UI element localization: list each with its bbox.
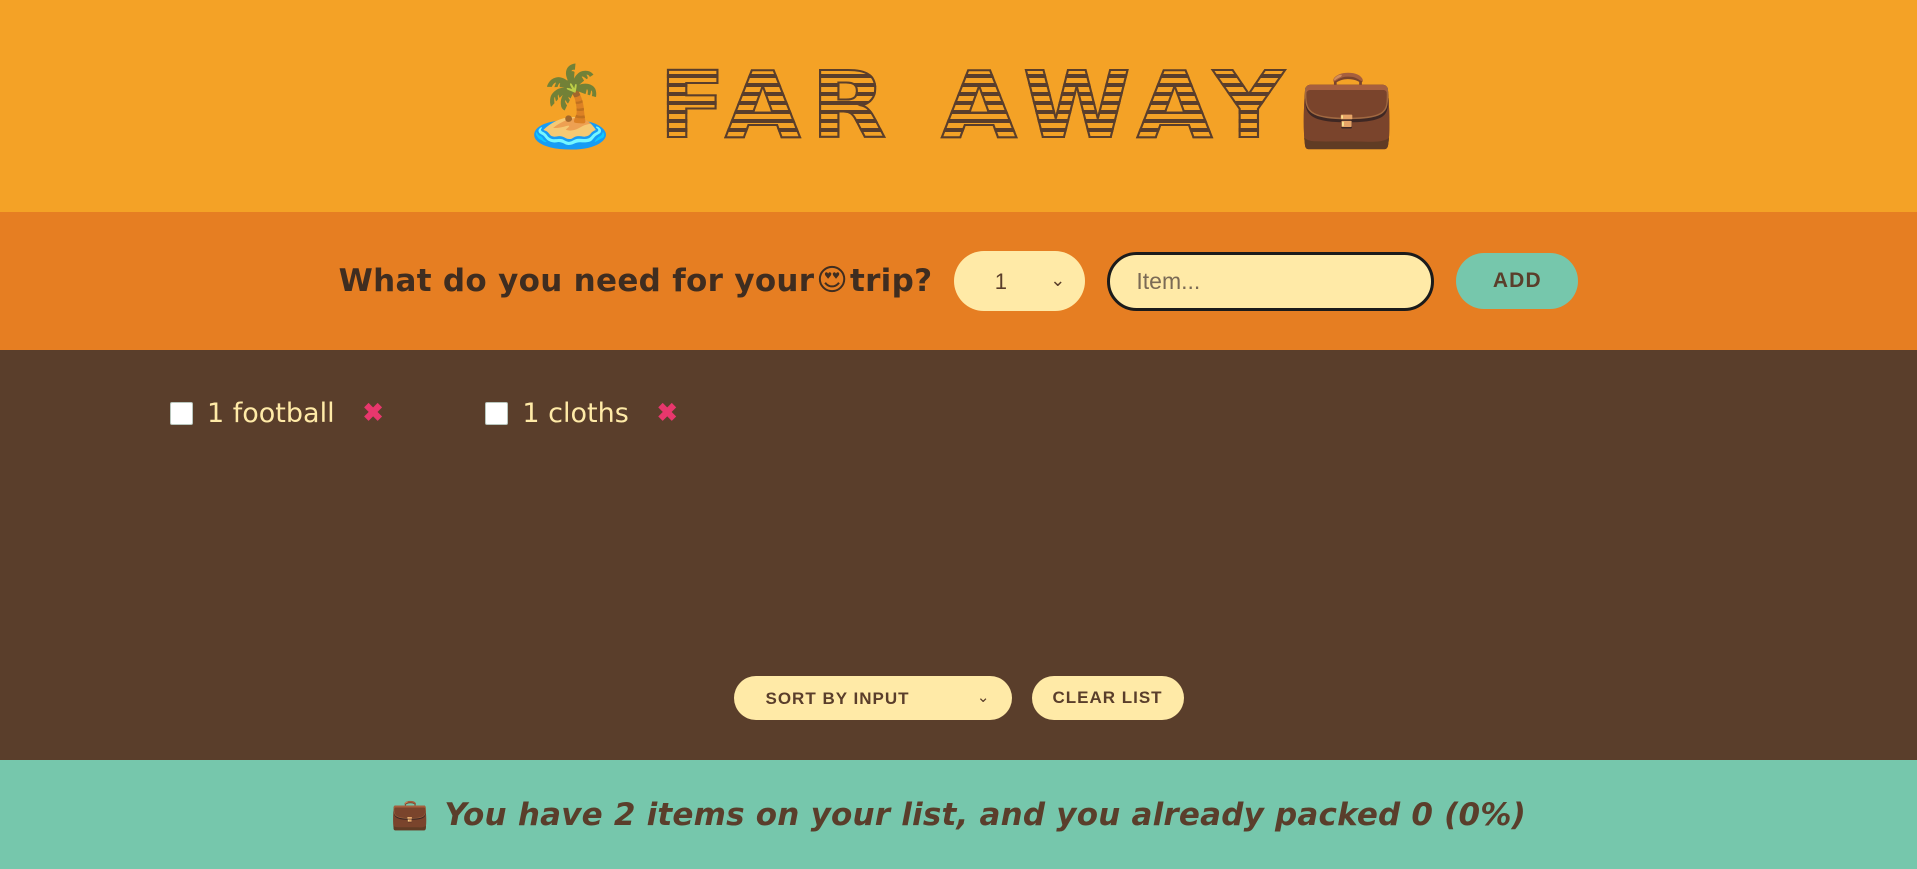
add-item-form: What do you need for your 😍 trip? 1 ⌄ AD… — [0, 212, 1917, 350]
quantity-select[interactable]: 1 — [954, 251, 1086, 311]
item-label: 1 football — [207, 398, 335, 429]
stats-text: You have 2 items on your list, and you a… — [444, 796, 1526, 833]
form-question-text-before: What do you need for your — [338, 263, 815, 299]
smiling-face-hearts-icon: 😍 — [816, 263, 848, 298]
item-label: 1 cloths — [522, 398, 629, 429]
briefcase-icon: 💼 — [1298, 62, 1396, 150]
list-item: 1 football ✖ — [170, 398, 485, 429]
packing-items-grid: 1 football ✖ 1 cloths ✖ — [0, 398, 1917, 429]
app-header: 🏝️ FAR AWAY 💼 — [0, 0, 1917, 212]
add-button[interactable]: ADD — [1456, 253, 1579, 309]
packing-list-app: 🏝️ FAR AWAY 💼 What do you need for your … — [0, 0, 1917, 869]
item-input[interactable] — [1107, 251, 1435, 311]
quantity-select-wrapper: 1 ⌄ — [954, 251, 1086, 311]
desert-island-icon: 🏝️ — [521, 62, 619, 150]
sort-select[interactable]: SORT BY INPUT — [733, 676, 1012, 720]
list-actions: SORT BY INPUT ⌄ CLEAR LIST — [0, 676, 1917, 720]
item-packed-checkbox[interactable] — [485, 402, 509, 425]
delete-item-button[interactable]: ✖ — [653, 401, 682, 426]
item-packed-checkbox[interactable] — [170, 402, 193, 425]
stats-footer: 💼 You have 2 items on your list, and you… — [0, 760, 1917, 869]
sort-select-wrapper: SORT BY INPUT ⌄ — [733, 676, 1012, 720]
page-title: FAR AWAY — [658, 52, 1295, 159]
app-logo: FAR AWAY — [658, 56, 1285, 156]
list-item: 1 cloths ✖ — [485, 398, 800, 429]
clear-list-button[interactable]: CLEAR LIST — [1031, 676, 1184, 720]
packing-list-section: 1 football ✖ 1 cloths ✖ SORT BY INPUT ⌄ … — [0, 350, 1917, 760]
form-question-text-after: trip? — [849, 263, 933, 299]
briefcase-icon: 💼 — [391, 797, 429, 831]
delete-item-button[interactable]: ✖ — [359, 401, 388, 426]
form-question: What do you need for your 😍 trip? — [339, 263, 933, 299]
